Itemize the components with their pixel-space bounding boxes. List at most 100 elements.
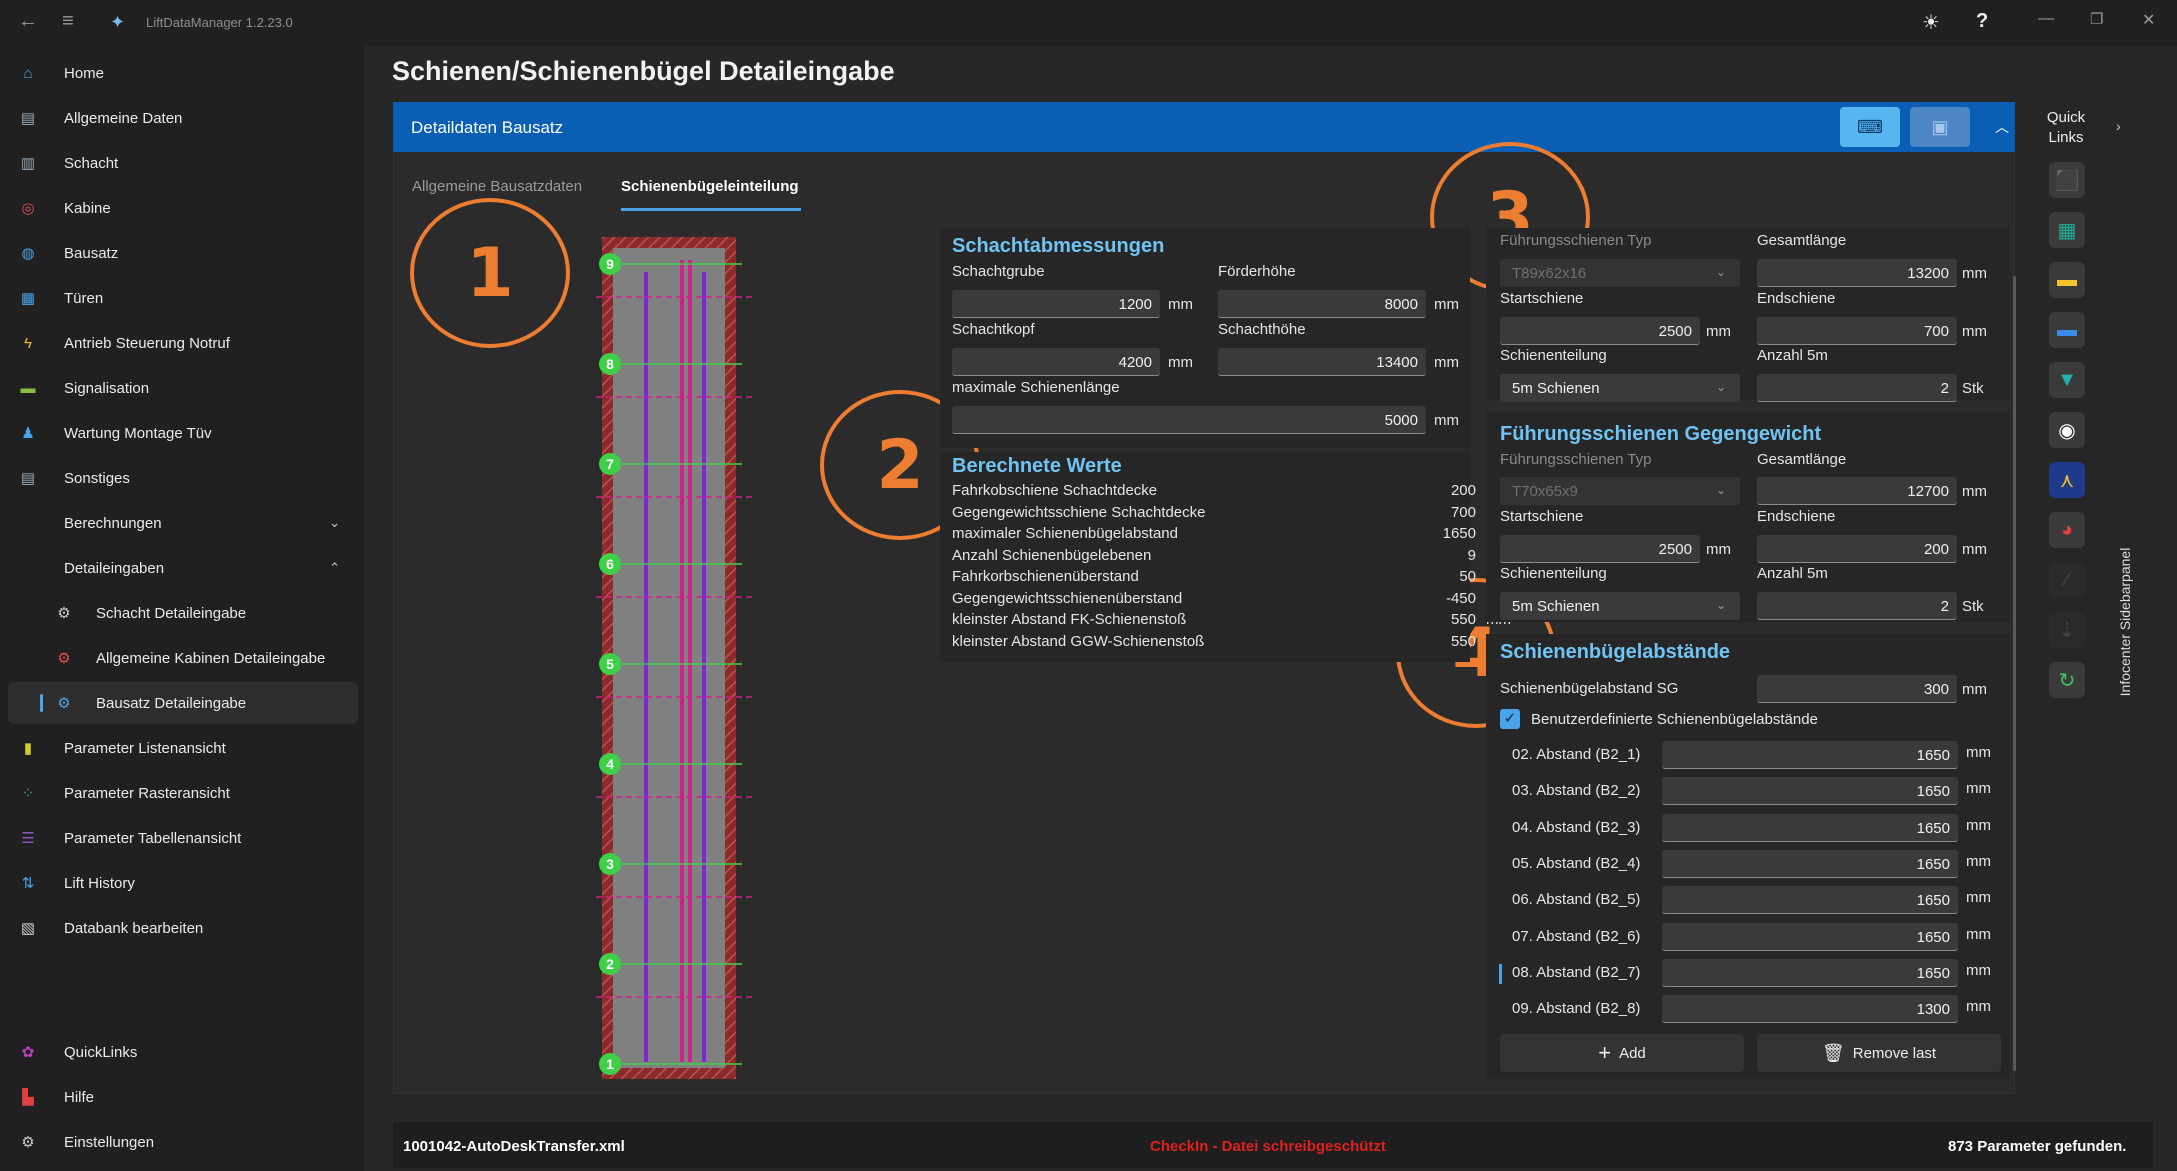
sidebar-item-label: Parameter Listenansicht [64, 739, 226, 757]
tab-schienenbuegeleinteilung[interactable]: Schienenbügeleinteilung [621, 178, 799, 195]
chrome-icon[interactable]: ◕ [2049, 512, 2085, 548]
fk-anz-input[interactable]: 2 [1757, 374, 1957, 402]
refresh-icon[interactable]: ↻ [2049, 662, 2085, 698]
unit-label: mm [1966, 852, 1991, 870]
ggw-typ-dropdown[interactable]: T70x65x9 ⌄ [1500, 477, 1740, 505]
sba-sg-input[interactable]: 300 [1757, 675, 1957, 703]
add-button[interactable]: + Add [1500, 1034, 1744, 1072]
sidebar-item-label: Einstellungen [64, 1133, 155, 1151]
sidebar-item-wartung-montage-tüv[interactable]: ♟ Wartung Montage Tüv [8, 412, 358, 454]
save-button[interactable]: ▣ [1910, 107, 1970, 147]
scrollbar[interactable] [2013, 276, 2016, 1071]
foerderhoehe-input[interactable]: 8000 [1218, 290, 1426, 318]
custom-spacing-checkbox[interactable]: ✓ [1500, 709, 1520, 729]
ggw-gesamt-input[interactable]: 12700 [1757, 477, 1957, 505]
sba-row-label: 04. Abstand (B2_3) [1512, 818, 1641, 836]
help-question-icon[interactable]: ? [1976, 10, 1988, 33]
sidebar-item-sonstiges[interactable]: ▤ Sonstiges [8, 457, 358, 499]
tab-allgemeine-bausatzdaten[interactable]: Allgemeine Bausatzdaten [412, 178, 582, 195]
sba-row-label: 08. Abstand (B2_7) [1512, 963, 1641, 981]
sba-row-input[interactable]: 1650 [1662, 886, 1958, 915]
globe-icon: ◍ [21, 245, 35, 262]
edit-mode-button[interactable]: ⌨ [1840, 107, 1900, 147]
close-icon[interactable]: ✕ [2142, 10, 2155, 30]
sba-row-input[interactable]: 1650 [1662, 958, 1958, 987]
sidebar-item-parameter-tabellenansicht[interactable]: ☰ Parameter Tabellenansicht [8, 817, 358, 859]
ggw-teil-dropdown[interactable]: 5m Schienen ⌄ [1500, 592, 1740, 620]
chevron-right-icon[interactable]: › [2116, 118, 2121, 134]
folder-icon[interactable]: ▬ [2049, 262, 2085, 298]
ggw-end-input[interactable]: 200 [1757, 535, 1957, 563]
fk-typ-dropdown[interactable]: T89x62x16 ⌄ [1500, 259, 1740, 287]
disabled-download-icon[interactable]: ⇣ [2049, 612, 2085, 648]
unit-label: mm [1706, 323, 1731, 340]
sidebar-item-türen[interactable]: ▦ Türen [8, 277, 358, 319]
sidebar-item-parameter-listenansicht[interactable]: ▮ Parameter Listenansicht [8, 727, 358, 769]
sidebar-item-label: Lift History [64, 874, 135, 892]
maximize-icon[interactable]: ❐ [2090, 10, 2103, 28]
calculator-icon[interactable]: ▦ [2049, 212, 2085, 248]
sidebar-item-allgemeine-kabinen-detaileingabe[interactable]: ⚙ Allgemeine Kabinen Detaileingabe [8, 637, 358, 679]
sidebar-item-berechnungen[interactable]: Berechnungen ⌄ [8, 502, 358, 544]
fk-teil-dropdown[interactable]: 5m Schienen ⌄ [1500, 374, 1740, 402]
bolt-icon: ϟ [24, 334, 32, 352]
unit-label: mm [1168, 296, 1193, 313]
schachtkopf-input[interactable]: 4200 [952, 348, 1160, 376]
collapse-button[interactable]: ︿ [1972, 107, 2032, 147]
ggw-start-input[interactable]: 2500 [1500, 535, 1700, 563]
ggw-anz-input[interactable]: 2 [1757, 592, 1957, 620]
fk-start-input[interactable]: 2500 [1500, 317, 1700, 345]
sidebar-item-detaileingaben[interactable]: Detaileingaben ⌃ [8, 547, 358, 589]
sidebar-item-signalisation[interactable]: ▬ Signalisation [8, 367, 358, 409]
minimize-icon[interactable]: — [2038, 10, 2054, 28]
back-arrow-icon[interactable]: ← [18, 10, 38, 33]
sidebar-item-schacht-detaileingabe[interactable]: ⚙ Schacht Detaileingabe [8, 592, 358, 634]
ggw-teil-value: 5m Schienen [1512, 598, 1600, 615]
hamburger-menu-icon[interactable]: ≡ [62, 10, 74, 33]
sba-row-input[interactable]: 1300 [1662, 995, 1958, 1024]
sidebar-bottom-quicklinks[interactable]: ✿ QuickLinks [8, 1031, 358, 1073]
fk-teil-value: 5m Schienen [1512, 380, 1600, 397]
unit-label: mm [1434, 296, 1459, 313]
fk-gesamt-input[interactable]: 13200 [1757, 259, 1957, 287]
sidebar-item-schacht[interactable]: ▥ Schacht [8, 142, 358, 184]
calc-label: Anzahl Schienenbügelebenen [952, 546, 1152, 564]
remove-label: Remove last [1852, 1044, 1937, 1062]
sba-row-input[interactable]: 1650 [1662, 741, 1958, 769]
lift-app-icon[interactable]: ⋏ [2049, 462, 2085, 498]
worker-icon: ♟ [21, 425, 35, 442]
remove-last-button[interactable]: 🗑 Remove last [1757, 1034, 2001, 1072]
sidebar-item-parameter-rasteransicht[interactable]: ⁘ Parameter Rasteransicht [8, 772, 358, 814]
max-schienenlaenge-input[interactable]: 5000 [952, 406, 1426, 434]
schachtgrube-input[interactable]: 1200 [952, 290, 1160, 318]
gear-icon: ⚙ [57, 650, 71, 667]
sidebar-item-bausatz-detaileingabe[interactable]: ⚙ Bausatz Detaileingabe [8, 682, 358, 724]
fk-end-input[interactable]: 700 [1757, 317, 1957, 345]
disabled-tool-icon[interactable]: ⁄ [2049, 562, 2085, 598]
sba-row-input[interactable]: 1650 [1662, 813, 1958, 842]
sba-row-input[interactable]: 1650 [1662, 922, 1958, 951]
sidebar-item-antrieb-steuerung-notruf[interactable]: ϟ Antrieb Steuerung Notruf [8, 322, 358, 364]
sba-row-input[interactable]: 1650 [1662, 849, 1958, 878]
sba-row-input[interactable]: 1650 [1662, 777, 1958, 806]
sidebar-bottom-einstellungen[interactable]: ⚙ Einstellungen [8, 1121, 358, 1163]
sidebar-item-kabine[interactable]: ◎ Kabine [8, 187, 358, 229]
custom-spacing-label: Benutzerdefinierte Schienenbügelabstände [1531, 711, 1818, 728]
ggw-gesamt-label: Gesamtlänge [1757, 451, 1847, 468]
sidebar-item-bausatz[interactable]: ◍ Bausatz [8, 232, 358, 274]
unit-label: mm [1966, 998, 1991, 1016]
sidebar-item-databank-bearbeiten[interactable]: ▧ Databank bearbeiten [8, 907, 358, 949]
pdf-icon[interactable]: ⬛ [2049, 162, 2085, 198]
folder-blue-icon[interactable]: ▬ [2049, 312, 2085, 348]
sidebar-bottom-hilfe[interactable]: ▙ Hilfe [8, 1076, 358, 1118]
sidebar-item-home[interactable]: ⌂ Home [8, 52, 358, 94]
warning-app-icon[interactable]: ◉ [2049, 412, 2085, 448]
sidebar-item-lift-history[interactable]: ⇅ Lift History [8, 862, 358, 904]
home-icon: ⌂ [23, 64, 33, 82]
sidebar-item-allgemeine-daten[interactable]: ▤ Allgemeine Daten [8, 97, 358, 139]
schachtkopf-label: Schachtkopf [952, 321, 1035, 338]
door-icon: ▦ [20, 290, 36, 307]
app-v-icon[interactable]: ▼ [2049, 362, 2085, 398]
theme-sun-icon[interactable]: ☀ [1922, 10, 1940, 35]
schachthoehe-input[interactable]: 13400 [1218, 348, 1426, 376]
